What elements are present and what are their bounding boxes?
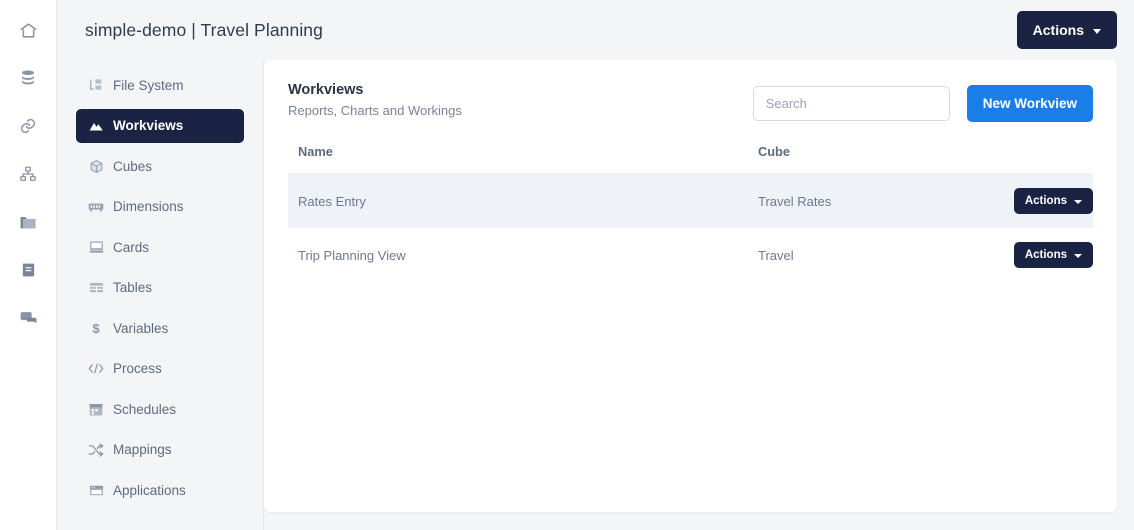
book-icon[interactable] [8,250,48,290]
schedules-icon [88,401,104,417]
card-tools: New Workview [753,82,1093,122]
row-actions-label: Actions [1025,195,1067,207]
table-row[interactable]: Trip Planning View Travel Actions [288,228,1093,282]
content-area: Workviews Reports, Charts and Workings N… [264,60,1134,530]
column-header-actions [983,144,1093,174]
chevron-down-icon [1074,200,1082,204]
sidebar-item-label: Tables [113,280,152,295]
svg-text:$: $ [92,321,100,336]
app-window: simple-demo | Travel Planning Actions [0,0,1134,530]
sidebar-item-label: Process [113,361,162,376]
sidebar-item-schedules[interactable]: Schedules [76,392,244,426]
dimensions-icon [88,199,104,215]
search-input[interactable] [753,86,950,121]
folder-icon[interactable] [8,202,48,242]
table-body: Rates Entry Travel Rates Actions [288,174,1093,283]
home-icon[interactable] [8,10,48,50]
sidebar-item-label: Workviews [113,118,183,133]
cube-icon [88,158,104,174]
workviews-card: Workviews Reports, Charts and Workings N… [264,60,1117,512]
sidebar-item-dimensions[interactable]: Dimensions [76,190,244,224]
header-actions-button[interactable]: Actions [1017,11,1117,49]
sidebar-item-tables[interactable]: Tables [76,271,244,305]
sidebar-item-cards[interactable]: Cards [76,230,244,264]
header-actions-label: Actions [1033,22,1084,38]
row-actions-button[interactable]: Actions [1014,242,1093,268]
new-workview-button[interactable]: New Workview [967,85,1093,122]
workviews-table: Name Cube Rates Entry Travel Rates [288,144,1093,282]
sidebar-item-process[interactable]: Process [76,352,244,386]
card-header: Workviews Reports, Charts and Workings N… [288,82,1093,122]
column-header-name: Name [288,144,748,174]
body-area: File System Workviews [57,60,1134,530]
top-bar: simple-demo | Travel Planning Actions [57,0,1134,60]
sidebar-item-label: Schedules [113,402,176,417]
cell-name: Trip Planning View [288,228,748,282]
cell-name: Rates Entry [288,174,748,229]
cards-icon [88,239,104,255]
cell-actions: Actions [983,228,1093,282]
chevron-down-icon [1074,254,1082,258]
sitemap-icon[interactable] [8,154,48,194]
sidebar-item-label: Applications [113,483,186,498]
sidebar-item-applications[interactable]: Applications [76,473,244,507]
link-icon[interactable] [8,106,48,146]
card-subtitle: Reports, Charts and Workings [288,103,462,118]
table-head: Name Cube [288,144,1093,174]
applications-icon [88,482,104,498]
sidebar-item-label: File System [113,78,184,93]
page-title: simple-demo | Travel Planning [85,20,323,41]
workviews-icon [88,118,104,134]
card-title: Workviews [288,82,462,98]
sidebar-item-label: Dimensions [113,199,184,214]
database-icon[interactable] [8,58,48,98]
sidebar-item-cubes[interactable]: Cubes [76,149,244,183]
variables-icon: $ [88,320,104,336]
table-header-row: Name Cube [288,144,1093,174]
cell-actions: Actions [983,174,1093,229]
tables-icon [88,280,104,296]
sidebar-item-label: Variables [113,321,168,336]
sidebar-item-label: Mappings [113,442,172,457]
sidebar: File System Workviews [57,60,264,530]
chat-icon[interactable] [8,298,48,338]
card-heading-group: Workviews Reports, Charts and Workings [288,82,462,118]
sidebar-item-variables[interactable]: $ Variables [76,311,244,345]
table-row[interactable]: Rates Entry Travel Rates Actions [288,174,1093,229]
sidebar-item-label: Cubes [113,159,152,174]
row-actions-label: Actions [1025,249,1067,261]
chevron-down-icon [1093,29,1101,34]
process-icon [88,361,104,377]
sidebar-item-label: Cards [113,240,149,255]
column-header-cube: Cube [748,144,983,174]
row-actions-button[interactable]: Actions [1014,188,1093,214]
icon-rail [0,0,57,530]
cell-cube: Travel [748,228,983,282]
main-area: simple-demo | Travel Planning Actions [57,0,1134,530]
sidebar-item-mappings[interactable]: Mappings [76,433,244,467]
sidebar-list: File System Workviews [57,68,263,507]
file-system-icon [88,77,104,93]
sidebar-item-file-system[interactable]: File System [76,68,244,102]
cell-cube: Travel Rates [748,174,983,229]
sidebar-item-workviews[interactable]: Workviews [76,109,244,143]
mappings-icon [88,442,104,458]
